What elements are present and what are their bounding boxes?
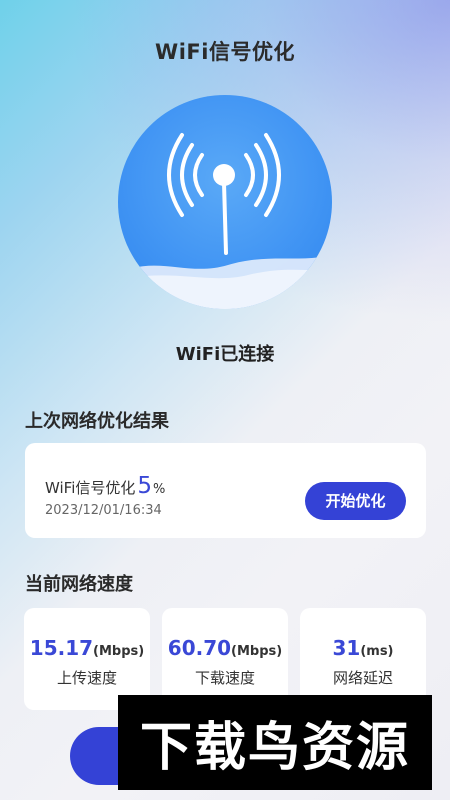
connection-status: WiFi已连接 xyxy=(175,344,275,365)
last-result-title: 上次网络优化结果 xyxy=(25,411,169,432)
watermark-overlay: 下载鸟资源 xyxy=(118,695,432,790)
result-label: WiFi信号优化 xyxy=(45,479,136,497)
latency-number: 31 xyxy=(332,636,361,660)
result-percent-unit: % xyxy=(153,482,166,497)
wifi-signal-icon xyxy=(118,133,332,309)
download-speed-number: 60.70 xyxy=(167,636,232,660)
upload-speed-number: 15.17 xyxy=(29,636,94,660)
start-optimize-button[interactable]: 开始优化 xyxy=(305,482,406,520)
current-speed-title: 当前网络速度 xyxy=(25,574,133,595)
download-speed-unit: (Mbps) xyxy=(231,644,283,659)
latency-value: 31(ms) xyxy=(300,636,426,660)
result-summary: WiFi信号优化 5 % xyxy=(45,473,165,499)
latency-label: 网络延迟 xyxy=(332,669,393,687)
upload-speed-label: 上传速度 xyxy=(56,669,117,687)
upload-speed-value: 15.17(Mbps) xyxy=(24,636,150,660)
download-speed-value: 60.70(Mbps) xyxy=(162,636,288,660)
result-percent: 5 xyxy=(137,473,153,499)
page-title: WiFi信号优化 xyxy=(155,40,295,64)
download-speed-label: 下载速度 xyxy=(194,669,255,687)
latency-unit: (ms) xyxy=(360,644,394,659)
wifi-status-circle xyxy=(118,95,332,309)
watermark-text: 下载鸟资源 xyxy=(139,718,410,778)
upload-speed-unit: (Mbps) xyxy=(93,644,145,659)
result-timestamp: 2023/12/01/16:34 xyxy=(45,503,162,518)
